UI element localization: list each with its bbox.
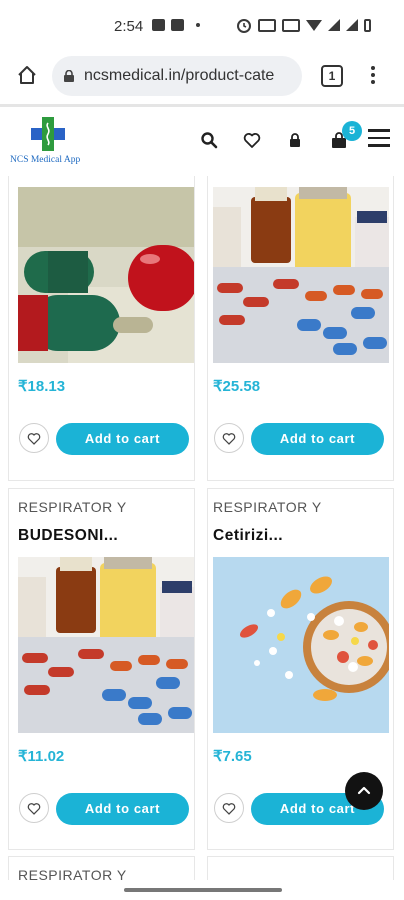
product-image-capsules[interactable] <box>18 187 194 363</box>
product-price: ₹25.58 <box>213 378 261 395</box>
product-category: RESPIRATOR Y <box>18 499 127 515</box>
product-price: ₹7.65 <box>213 748 252 765</box>
account-lock-icon[interactable] <box>286 131 304 149</box>
heart-icon[interactable] <box>243 131 261 149</box>
product-price: ₹11.02 <box>18 748 65 765</box>
add-to-cart-button[interactable]: Add to cart <box>56 793 189 825</box>
search-icon[interactable] <box>200 131 218 149</box>
product-card[interactable]: ₹25.58 Add to cart <box>207 176 394 481</box>
product-image-medicine-bottles[interactable] <box>213 187 389 363</box>
sim-box-icon <box>282 18 300 32</box>
product-grid: ₹18.13 Add to cart ₹25.58 Add to cart RE… <box>0 176 404 880</box>
wishlist-button[interactable] <box>19 793 49 823</box>
home-icon[interactable] <box>16 64 38 86</box>
heart-outline-icon <box>27 432 41 445</box>
battery-icon <box>364 18 371 32</box>
product-name[interactable]: BUDESONI... <box>18 527 118 545</box>
site-logo[interactable]: NCS Medical App <box>10 115 90 171</box>
tab-switcher-button[interactable]: 1 <box>321 65 343 87</box>
product-image-medicine-bottles[interactable] <box>18 557 194 733</box>
product-price: ₹18.13 <box>18 378 66 395</box>
signal-icon <box>346 19 358 31</box>
cart-count-badge: 5 <box>342 121 362 141</box>
status-bar: 2:54 <box>0 0 404 52</box>
product-image-pill-bowl[interactable] <box>213 557 389 733</box>
product-card[interactable]: ₹18.13 Add to cart <box>8 176 195 481</box>
status-system-icons <box>236 17 371 33</box>
wishlist-button[interactable] <box>214 793 244 823</box>
system-navigation-bar <box>0 880 404 900</box>
chat-icon <box>171 19 184 31</box>
product-card[interactable]: RESPIRATOR Y BUDESONI... ₹11.02 Add to c… <box>8 488 195 850</box>
add-to-cart-button[interactable]: Add to cart <box>56 423 189 455</box>
alarm-icon <box>237 19 251 33</box>
product-name[interactable]: Cetirizi... <box>213 527 283 545</box>
product-category: RESPIRATOR Y <box>213 499 322 515</box>
wifi-icon <box>306 19 322 31</box>
lock-icon <box>64 70 74 82</box>
message-icon <box>152 19 165 31</box>
scroll-to-top-button[interactable] <box>345 772 383 810</box>
status-notifications <box>152 19 200 31</box>
product-card[interactable] <box>207 856 394 880</box>
site-header: NCS Medical App 5 <box>0 104 404 176</box>
chevron-up-icon <box>357 786 371 795</box>
heart-outline-icon <box>222 802 236 815</box>
heart-outline-icon <box>222 432 236 445</box>
url-text: ncsmedical.in/product-cate <box>84 67 275 84</box>
heart-outline-icon <box>27 802 41 815</box>
hamburger-menu-icon[interactable] <box>368 129 390 149</box>
sim-box-icon <box>258 18 276 32</box>
product-card[interactable]: RESPIRATOR Y <box>8 856 195 880</box>
medical-cross-logo-icon <box>31 117 65 151</box>
wishlist-button[interactable] <box>214 423 244 453</box>
status-time: 2:54 <box>114 18 144 35</box>
signal-icon <box>328 19 340 31</box>
add-to-cart-button[interactable]: Add to cart <box>251 423 384 455</box>
logo-text: NCS Medical App <box>10 155 81 165</box>
dot-icon <box>196 23 200 27</box>
more-options-icon[interactable] <box>370 64 376 88</box>
product-category: RESPIRATOR Y <box>18 867 127 880</box>
browser-toolbar: ncsmedical.in/product-cate 1 <box>0 52 404 102</box>
address-bar[interactable]: ncsmedical.in/product-cate <box>52 56 302 96</box>
wishlist-button[interactable] <box>19 423 49 453</box>
gesture-handle[interactable] <box>124 888 282 892</box>
